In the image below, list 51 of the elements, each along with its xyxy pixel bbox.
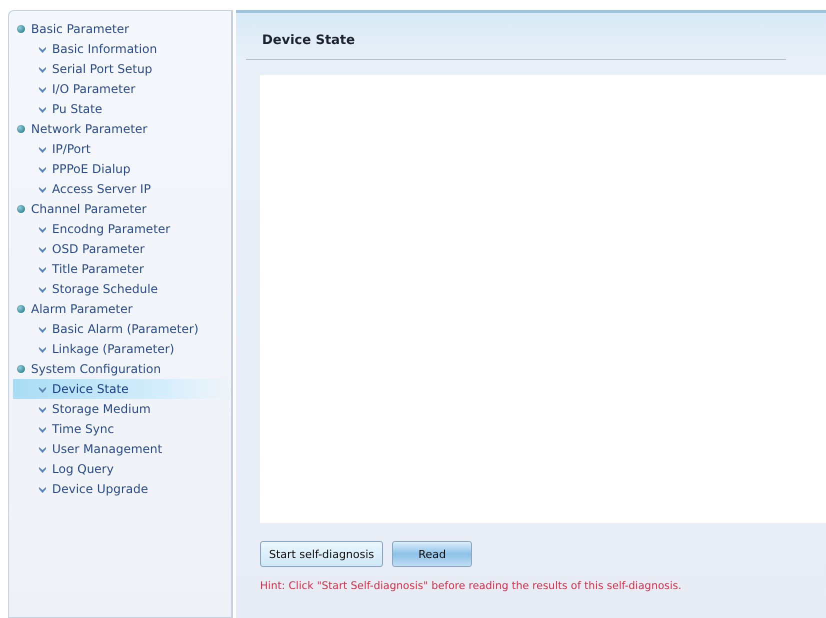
arrow-icon <box>39 286 46 292</box>
arrow-icon <box>39 266 46 272</box>
menu-item[interactable]: OSD Parameter <box>13 239 231 259</box>
menu-item[interactable]: Device Upgrade <box>13 479 231 499</box>
menu-item[interactable]: Serial Port Setup <box>13 59 231 79</box>
arrow-icon <box>39 166 46 172</box>
arrow-icon <box>39 226 46 232</box>
arrow-icon <box>39 486 46 492</box>
arrow-icon <box>39 186 46 192</box>
menu-group-label[interactable]: Alarm Parameter <box>31 302 133 316</box>
arrow-icon <box>39 106 46 112</box>
menu-item[interactable]: Pu State <box>13 99 231 119</box>
arrow-icon <box>39 46 46 52</box>
menu-item[interactable]: Title Parameter <box>13 259 231 279</box>
bullet-icon <box>17 25 25 33</box>
menu-item[interactable]: IP/Port <box>13 139 231 159</box>
menu-item[interactable]: User Management <box>13 439 231 459</box>
arrow-icon <box>39 466 46 472</box>
menu-item[interactable]: Basic Alarm (Parameter) <box>13 319 231 339</box>
menu-item[interactable]: Log Query <box>13 459 231 479</box>
menu-item[interactable]: Basic Information <box>13 39 231 59</box>
arrow-icon <box>39 146 46 152</box>
menu-group-label[interactable]: Network Parameter <box>31 122 148 136</box>
arrow-icon <box>39 446 46 452</box>
arrow-icon <box>39 346 46 352</box>
arrow-icon <box>39 326 46 332</box>
bullet-icon <box>17 205 25 213</box>
menu-group-label[interactable]: Basic Parameter <box>31 22 130 36</box>
hint-text: Hint: Click "Start Self-diagnosis" before reading the results of this self-diagnosis. <box>260 580 682 592</box>
bullet-icon <box>17 305 25 313</box>
arrow-icon <box>39 86 46 92</box>
arrow-icon <box>39 426 46 432</box>
menu-item[interactable]: I/O Parameter <box>13 79 231 99</box>
page-title: Device State <box>262 33 356 50</box>
diagnosis-button[interactable]: Start self-diagnosis <box>260 541 384 567</box>
menu-item[interactable]: Linkage (Parameter) <box>13 339 231 359</box>
menu-item[interactable]: Encodng Parameter <box>13 219 231 239</box>
menu-group-label[interactable]: Channel Parameter <box>31 202 147 216</box>
menu-item[interactable]: PPPoE Dialup <box>13 159 231 179</box>
arrow-icon <box>39 66 46 72</box>
arrow-icon <box>39 406 46 412</box>
bullet-icon <box>17 125 25 133</box>
arrow-icon <box>39 246 46 252</box>
read-button[interactable]: Read <box>392 541 472 567</box>
bullet-icon <box>17 365 25 373</box>
menu-item[interactable]: Access Server IP <box>13 179 231 199</box>
menu-item[interactable]: Storage Medium <box>13 399 231 419</box>
arrow-icon <box>39 386 46 392</box>
menu-item[interactable]: Storage Schedule <box>13 279 231 299</box>
menu-group-label[interactable]: System Configuration <box>31 362 161 376</box>
menu-item[interactable]: Time Sync <box>13 419 231 439</box>
